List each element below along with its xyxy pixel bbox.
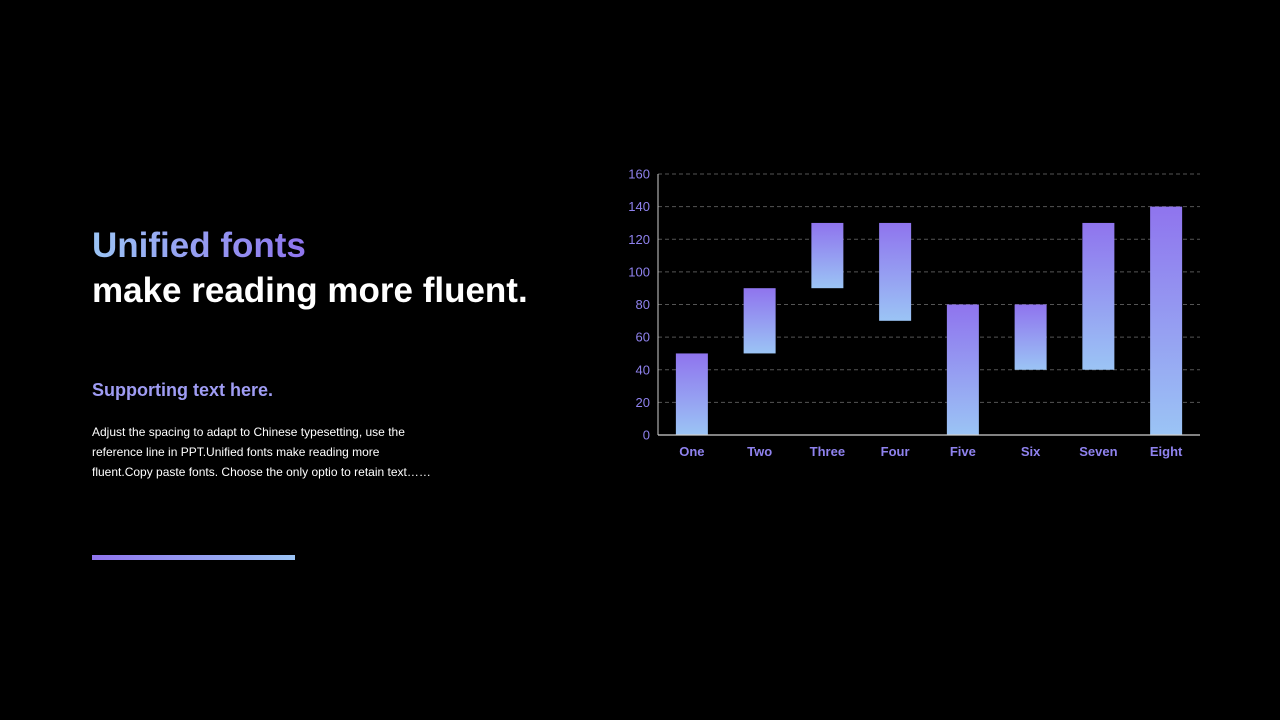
x-category-label: One <box>679 444 704 459</box>
axes <box>657 174 1200 436</box>
y-tick-label: 20 <box>636 395 650 410</box>
bar-one <box>675 353 708 435</box>
headline-line-1: Unified fonts <box>92 226 306 265</box>
bar-three <box>811 222 844 289</box>
y-tick-label: 60 <box>636 330 650 345</box>
x-category-label: Eight <box>1150 444 1183 459</box>
x-category-label: Six <box>1021 444 1041 459</box>
bar-four <box>879 222 912 321</box>
accent-line <box>92 555 295 560</box>
supporting-title: Supporting text here. <box>92 380 274 400</box>
x-category-label: Three <box>810 444 845 459</box>
bar-six <box>1014 304 1047 370</box>
y-tick-label: 100 <box>628 264 650 279</box>
bar-eight <box>1150 206 1183 435</box>
y-tick-label: 80 <box>636 297 650 312</box>
bars <box>675 206 1183 435</box>
x-category-label: Five <box>950 444 976 459</box>
x-category-label: Four <box>881 444 910 459</box>
grid-lines <box>658 173 1200 403</box>
y-tick-label: 40 <box>636 362 650 377</box>
bar-two <box>743 288 776 354</box>
body-text: Adjust the spacing to adapt to Chinese t… <box>92 425 431 479</box>
y-tick-label: 140 <box>628 199 650 214</box>
y-tick-label: 0 <box>643 428 650 443</box>
bar-five <box>946 304 979 435</box>
x-category-label: Two <box>747 444 772 459</box>
headline-line-2: make reading more fluent. <box>92 271 528 310</box>
y-tick-label: 160 <box>628 167 650 182</box>
bar-seven <box>1082 222 1115 370</box>
x-category-label: Seven <box>1079 444 1117 459</box>
y-tick-label: 120 <box>628 232 650 247</box>
floating-bar-chart: 0 20 40 60 80 100 120 140 160 One Two Three Four Five… <box>628 167 1200 459</box>
